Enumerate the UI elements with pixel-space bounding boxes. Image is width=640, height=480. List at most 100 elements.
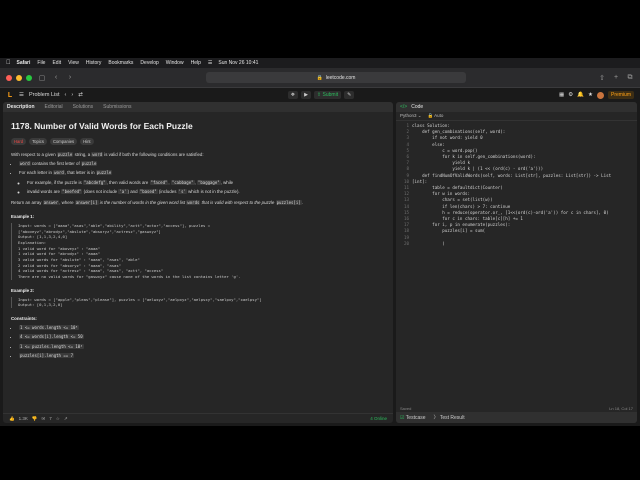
- menu-help[interactable]: Help: [191, 60, 201, 66]
- dislike-icon[interactable]: 👎: [32, 416, 38, 422]
- submit-button[interactable]: ⇧ Submit: [313, 91, 342, 99]
- return-code: answer: [42, 199, 60, 205]
- tab-test-result[interactable]: 〉 Test Result: [434, 414, 465, 421]
- sub2-text-e: which is not in the puzzle).: [186, 189, 240, 195]
- conditions-list: word contains the first letter of puzzle…: [11, 160, 385, 196]
- problem-list-link[interactable]: Problem List: [29, 92, 60, 98]
- leetcode-logo-icon[interactable]: L: [6, 91, 14, 99]
- left-tabs: Description Editorial Solutions Submissi…: [3, 102, 393, 112]
- bug-icon: ❖: [290, 92, 296, 98]
- avatar[interactable]: [596, 91, 604, 99]
- example-2-title: Example 2:: [11, 287, 35, 293]
- menu-app-name[interactable]: Safari: [17, 60, 31, 66]
- menu-file[interactable]: File: [37, 60, 45, 66]
- menu-history[interactable]: History: [86, 60, 102, 66]
- comment-icon[interactable]: ✉: [41, 416, 45, 422]
- description-footer: 👍 1.3K 👎 ✉ 7 ☆ ↗ 4 Online: [3, 413, 393, 423]
- code-editor[interactable]: 1 2 3 4 5 6 7 8 9 10 11 12 13 14 15 16 17 18 19 20 class So…: [396, 121, 637, 404]
- sub1-code2: "cabbage": [170, 179, 195, 185]
- browser-toolbar: ▢ ‹ › 🔒 leetcode.com ⇧ + ⧉: [0, 68, 640, 88]
- menu-develop[interactable]: Develop: [140, 60, 158, 66]
- sub2-code3: "based": [138, 189, 158, 195]
- sub1-code1: "faced": [149, 179, 169, 185]
- bell-icon[interactable]: 🔔: [577, 92, 584, 98]
- like-icon[interactable]: 👍: [9, 416, 15, 422]
- companies-badge[interactable]: Companies: [49, 137, 78, 145]
- autosave-toggle[interactable]: 🔒 Auto: [428, 113, 444, 119]
- tab-editorial[interactable]: Editorial: [45, 104, 63, 110]
- editor-status: Saved Ln 18, Col 17: [396, 404, 637, 412]
- return-code4: puzzles[i]: [275, 199, 302, 205]
- return-code2: answer[i]: [74, 199, 99, 205]
- test-result-label: Test Result: [439, 415, 465, 421]
- example-1-title: Example 1:: [11, 213, 35, 219]
- share-icon[interactable]: ⇧: [598, 74, 606, 82]
- shuffle-icon[interactable]: ⇄: [78, 92, 83, 98]
- zoom-window-button[interactable]: [26, 74, 32, 81]
- close-window-button[interactable]: [6, 74, 12, 81]
- run-button[interactable]: ▶: [301, 91, 311, 99]
- test-tabs: ☑ Testcase 〉 Test Result: [396, 412, 637, 423]
- back-icon[interactable]: ‹: [52, 74, 60, 81]
- return-text-b: , where: [59, 199, 75, 205]
- url-text: leetcode.com: [325, 74, 356, 81]
- tab-submissions[interactable]: Submissions: [103, 104, 131, 110]
- submit-label: Submit: [322, 92, 339, 98]
- code-text[interactable]: class Solution: def gen_combinations(sel…: [412, 121, 637, 404]
- sidebar-icon[interactable]: ▢: [38, 74, 46, 82]
- condition-example-2: invalid words are "beefed" (does not inc…: [27, 188, 385, 195]
- apple-icon[interactable]: : [6, 60, 11, 66]
- topics-badge[interactable]: Topics: [29, 137, 47, 145]
- share-problem-icon[interactable]: ↗: [64, 416, 68, 422]
- play-icon: ▶: [304, 92, 308, 98]
- condition-examples: For example, if the puzzle is "abcdefg",…: [19, 179, 385, 196]
- constraint-item: 4 <= words[i].length <= 50: [19, 333, 385, 340]
- difficulty-badge: Hard: [11, 137, 27, 145]
- cond2-text-a: For each letter in: [19, 170, 54, 176]
- return-text-d: that is valid with respect to the puzzle: [200, 199, 276, 205]
- wifi-icon[interactable]: ☰: [208, 60, 212, 66]
- constraint-item: 1 <= words.length <= 10⁵: [19, 324, 385, 331]
- prev-problem-icon[interactable]: ‹: [65, 92, 67, 98]
- menu-view[interactable]: View: [68, 60, 79, 66]
- problem-description: 1178. Number of Valid Words for Each Puz…: [3, 112, 393, 413]
- forward-icon[interactable]: ›: [66, 74, 74, 81]
- constraint-item: puzzles[i].length == 7: [19, 352, 385, 359]
- note-icon: ✎: [347, 92, 352, 98]
- new-tab-icon[interactable]: +: [612, 74, 620, 81]
- language-select[interactable]: Python3 ⌄: [400, 113, 422, 119]
- cond2-code2: puzzle: [95, 170, 113, 176]
- return-text-c: is the number of words in the given word…: [98, 199, 187, 205]
- tab-overview-icon[interactable]: ⧉: [626, 74, 634, 82]
- menu-bookmarks[interactable]: Bookmarks: [108, 60, 133, 66]
- sub1-text-c: , while: [220, 179, 234, 185]
- fire-icon[interactable]: ★: [588, 92, 593, 98]
- tab-testcase[interactable]: ☑ Testcase: [400, 415, 426, 421]
- layout-icon[interactable]: ▦: [559, 92, 564, 98]
- sub1-text-b: , then valid words are: [106, 179, 150, 185]
- problem-list-icon[interactable]: ☰: [19, 92, 24, 98]
- address-bar[interactable]: 🔒 leetcode.com: [206, 72, 466, 83]
- constraint-1: 1 <= words.length <= 10⁵: [19, 324, 79, 330]
- constraint-item: 1 <= puzzles.length <= 10⁴: [19, 343, 385, 350]
- intro-text-b: string, a: [73, 151, 92, 157]
- debug-button[interactable]: ❖: [287, 91, 299, 99]
- tab-description[interactable]: Description: [7, 104, 35, 110]
- condition-2: For each letter in word, that letter is …: [19, 169, 385, 195]
- menubar-datetime[interactable]: Sun Nov 26 10:41: [218, 60, 258, 66]
- constraints-title: Constraints:: [11, 315, 37, 321]
- next-problem-icon[interactable]: ›: [71, 92, 73, 98]
- intro-text-c: is valid if both the following condition…: [103, 151, 204, 157]
- menu-edit[interactable]: Edit: [52, 60, 61, 66]
- testcase-label: Testcase: [405, 414, 426, 421]
- menu-window[interactable]: Window: [166, 60, 184, 66]
- sub2-text-c: ) and: [127, 189, 139, 195]
- hint-badge[interactable]: Hint: [80, 137, 94, 145]
- star-icon[interactable]: ☆: [56, 416, 60, 422]
- settings-icon[interactable]: ⚙: [568, 92, 573, 98]
- condition-example-1: For example, if the puzzle is "abcdefg",…: [27, 179, 385, 186]
- minimize-window-button[interactable]: [16, 74, 22, 81]
- premium-button[interactable]: Premium: [607, 91, 634, 99]
- tab-solutions[interactable]: Solutions: [73, 104, 94, 110]
- notes-button[interactable]: ✎: [344, 91, 355, 99]
